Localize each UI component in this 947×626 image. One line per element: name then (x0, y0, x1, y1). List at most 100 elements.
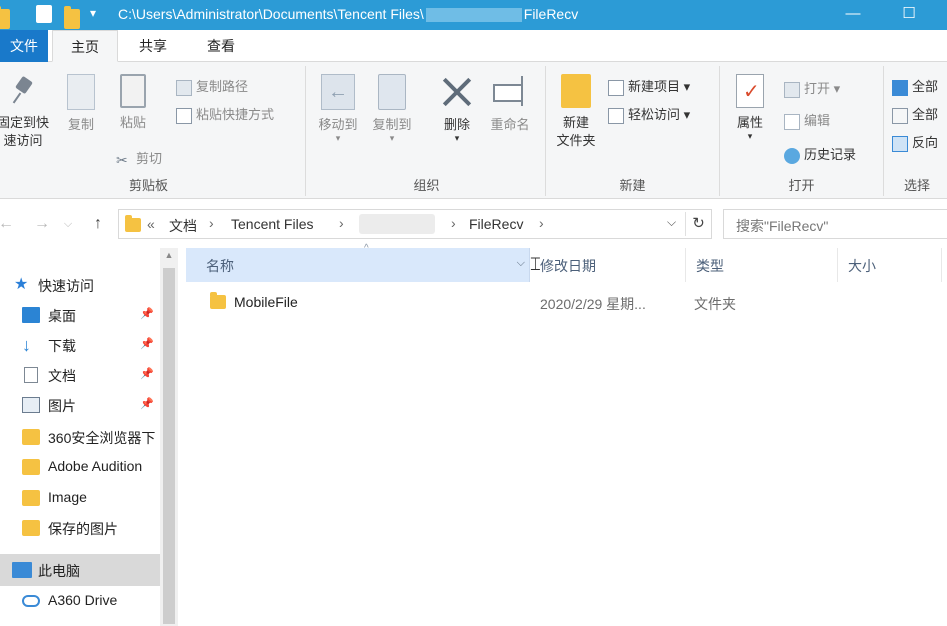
nav-item-folder[interactable]: 360安全浏览器下 (0, 422, 160, 452)
select-all-button[interactable]: 全部 (892, 76, 938, 96)
clipboard-group: 固定到快 速访问 复制 粘贴 复制路径 粘贴快捷方式 ✂ 剪切 剪贴板 (0, 66, 306, 196)
nav-item-desktop[interactable]: 桌面 📌 (0, 300, 160, 330)
document-icon (24, 367, 38, 383)
sort-ascending-icon: ^ (364, 243, 369, 254)
folder-icon (0, 6, 10, 29)
breadcrumb-separator[interactable]: › (209, 215, 214, 231)
refresh-button[interactable]: ↻ (685, 212, 711, 236)
column-header-type[interactable]: 类型 (686, 248, 838, 282)
address-bar[interactable]: « 文档 › Tencent Files › › FileRecv › ⌵ ↻ (118, 209, 712, 239)
customize-quick-access-icon[interactable]: ▾ (90, 6, 96, 26)
copy-to-button[interactable]: 复制到 ▾ (366, 74, 418, 143)
nav-item-folder[interactable]: Adobe Audition (0, 452, 160, 482)
column-header-name[interactable]: ^ 名称 ⌵ (186, 243, 530, 282)
pinned-icon: 📌 (140, 308, 154, 320)
address-folder-icon (125, 215, 141, 232)
nav-quick-access[interactable]: ★ 快速访问 (0, 270, 160, 300)
new-folder-quick-icon[interactable] (64, 6, 80, 29)
breadcrumb-separator[interactable]: › (339, 215, 344, 231)
open-group-label: 打开 (788, 178, 815, 193)
window-title: C:\Users\Administrator\Documents\Tencent… (118, 6, 579, 23)
file-row[interactable]: MobileFile 2020/2/29 星期... 文件夹 (186, 288, 942, 316)
easy-access-icon (608, 107, 624, 124)
nav-item-folder[interactable]: Image (0, 483, 160, 513)
properties-quick-icon[interactable] (36, 5, 52, 23)
select-group: 全部 全部 反向 选择 (884, 66, 947, 196)
paste-shortcut-button[interactable]: 粘贴快捷方式 (176, 104, 274, 124)
navigation-pane-scrollbar[interactable]: ▲ (160, 248, 178, 626)
tab-share[interactable]: 共享 (122, 30, 184, 62)
star-icon: ★ (14, 276, 29, 293)
nav-item-downloads[interactable]: ↓ 下载 📌 (0, 330, 160, 360)
tab-view[interactable]: 查看 (188, 30, 254, 62)
mouse-cursor-icon: ⌶ (530, 254, 541, 274)
nav-this-pc[interactable]: 此电脑 (0, 554, 160, 586)
pin-to-quick-access-button[interactable]: 固定到快 速访问 (0, 74, 54, 150)
column-header-size[interactable]: 大小 (838, 248, 942, 282)
invert-selection-button[interactable]: 反向 (892, 132, 938, 152)
pinned-icon: 📌 (140, 338, 154, 350)
nav-item-pictures[interactable]: 图片 📌 (0, 390, 160, 420)
invert-selection-icon (892, 135, 908, 152)
cut-button[interactable]: ✂ 剪切 (116, 148, 162, 168)
open-button[interactable]: 打开 ▾ (784, 78, 840, 98)
forward-button[interactable]: → (30, 212, 54, 236)
delete-button[interactable]: 删除 ▾ (436, 74, 478, 143)
breadcrumb-overflow[interactable]: « (147, 216, 155, 232)
delete-icon (440, 74, 474, 110)
nav-item-documents[interactable]: 文档 📌 (0, 360, 160, 390)
column-header-date[interactable]: 修改日期 (530, 248, 686, 282)
breadcrumb-separator[interactable]: › (451, 215, 456, 231)
breadcrumb-documents[interactable]: 文档 (169, 216, 197, 236)
up-button[interactable]: ↑ (86, 212, 110, 236)
breadcrumb-redacted[interactable] (359, 214, 435, 234)
move-to-button[interactable]: 移动到 ▾ (312, 74, 364, 143)
maximize-button[interactable]: ☐ (886, 0, 932, 30)
title-bar: ▾ C:\Users\Administrator\Documents\Tence… (0, 0, 947, 30)
breadcrumb-separator[interactable]: › (539, 215, 544, 231)
select-none-icon (892, 107, 908, 124)
folder-icon (22, 490, 40, 506)
copy-to-icon (378, 74, 406, 110)
edit-button[interactable]: 编辑 (784, 110, 830, 130)
tab-file[interactable]: 文件 (0, 30, 48, 62)
properties-button[interactable]: 属性 ▾ (728, 74, 772, 141)
organize-group-label: 组织 (413, 178, 440, 193)
picture-icon (22, 397, 40, 413)
file-name: MobileFile (234, 294, 298, 310)
move-to-dropdown-icon: ▾ (335, 133, 341, 143)
new-item-button[interactable]: 新建项目 ▾ (608, 76, 690, 96)
file-date: 2020/2/29 星期... (540, 296, 646, 312)
new-group: 新建 文件夹 新建项目 ▾ 轻松访问 ▾ 新建 (546, 66, 720, 196)
address-history-dropdown-icon[interactable]: ⌵ (667, 215, 676, 230)
delete-dropdown-icon: ▾ (454, 133, 460, 143)
tab-home[interactable]: 主页 (52, 30, 118, 62)
recent-locations-icon[interactable]: ⌵ (56, 212, 80, 236)
copy-button[interactable]: 复制 (58, 74, 104, 134)
nav-item-folder[interactable]: 保存的图片 (0, 513, 160, 543)
search-box[interactable]: 搜索"FileRecv" (723, 209, 947, 239)
easy-access-button[interactable]: 轻松访问 ▾ (608, 104, 690, 124)
history-button[interactable]: 历史记录 (784, 144, 856, 164)
paste-icon (120, 74, 146, 108)
scroll-up-icon[interactable]: ▲ (160, 250, 178, 266)
folder-icon (22, 459, 40, 475)
minimize-button[interactable]: — (830, 0, 876, 30)
open-icon (784, 81, 800, 98)
file-list: ^ 名称 ⌵ 修改日期 类型 大小 MobileFile 2020/2/29 星… (178, 243, 947, 626)
back-button[interactable]: ← (0, 212, 18, 236)
redacted-segment (425, 8, 522, 23)
breadcrumb-tencent-files[interactable]: Tencent Files (231, 216, 313, 232)
rename-button[interactable]: 重命名 (484, 74, 536, 134)
select-group-label: 选择 (904, 178, 931, 193)
new-folder-button[interactable]: 新建 文件夹 (550, 74, 602, 150)
copy-path-button[interactable]: 复制路径 (176, 76, 248, 96)
paste-button[interactable]: 粘贴 (110, 74, 156, 132)
column-filter-dropdown-icon[interactable]: ⌵ (517, 257, 525, 270)
scrollbar-thumb[interactable] (163, 268, 175, 624)
clipboard-group-label: 剪贴板 (128, 178, 168, 193)
nav-item-a360-drive[interactable]: A360 Drive (0, 586, 160, 616)
download-icon: ↓ (22, 335, 31, 355)
select-none-button[interactable]: 全部 (892, 104, 938, 124)
breadcrumb-filerecv[interactable]: FileRecv (469, 216, 523, 232)
